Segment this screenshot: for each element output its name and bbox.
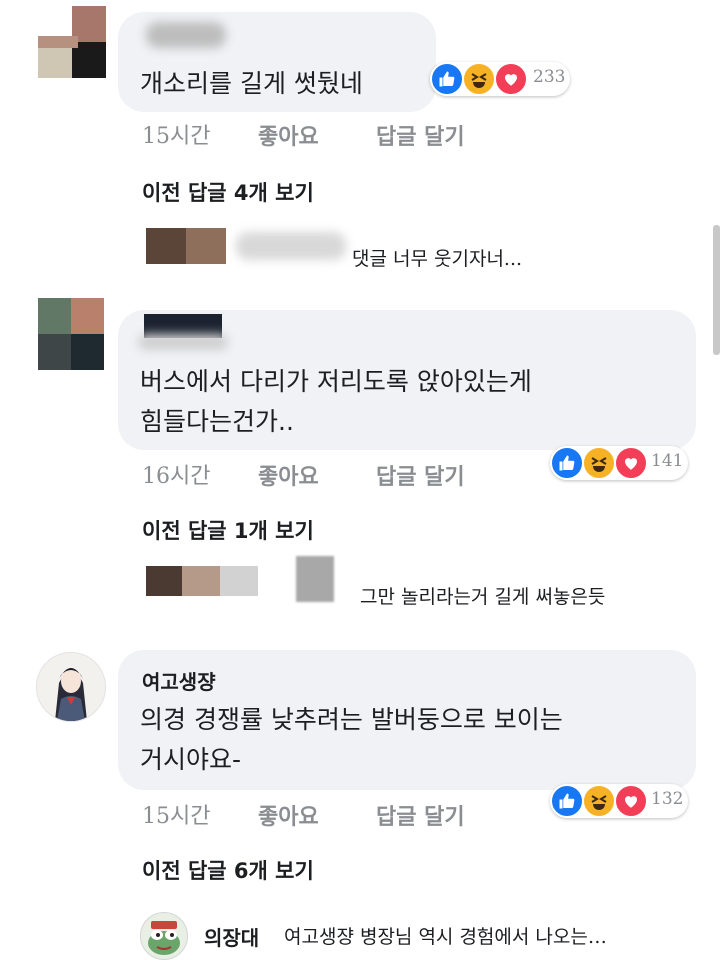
reply-button[interactable]: 답글 달기 xyxy=(376,119,465,151)
timestamp[interactable]: 15시간 xyxy=(142,118,210,150)
reply-text: 여고생쟝 병장님 역시 경험에서 나오는… xyxy=(284,926,607,948)
reply-author[interactable]: 의장대 xyxy=(204,922,259,951)
comment-text: 의경 경쟁률 낮추려는 발버둥으로 보이는 거시야요- xyxy=(140,705,563,774)
reply-avatar[interactable] xyxy=(146,566,258,596)
reply-text: 댓글 너무 웃기자너... xyxy=(352,248,523,270)
like-button[interactable]: 좋아요 xyxy=(258,799,319,831)
reply-avatar[interactable] xyxy=(140,912,188,960)
reaction-summary[interactable]: 132 xyxy=(550,784,688,818)
reaction-count: 233 xyxy=(533,67,566,87)
reply-button[interactable]: 답글 달기 xyxy=(376,459,465,491)
view-previous-replies[interactable]: 이전 답글 4개 보기 xyxy=(142,177,314,207)
haha-icon xyxy=(582,784,616,818)
reply-button[interactable]: 답글 달기 xyxy=(376,799,465,831)
reply-avatar[interactable] xyxy=(146,228,226,264)
comment-bubble: 여고생쟝 의경 경쟁률 낮추려는 발버둥으로 보이는 거시야요- xyxy=(118,650,696,790)
love-icon xyxy=(494,62,528,96)
author-name[interactable]: 여고생쟝 xyxy=(142,666,216,695)
view-previous-replies[interactable]: 이전 답글 1개 보기 xyxy=(142,515,314,545)
avatar[interactable] xyxy=(38,6,106,78)
avatar[interactable] xyxy=(36,652,106,722)
reply-author-redacted xyxy=(236,232,346,260)
love-icon xyxy=(614,784,648,818)
like-icon xyxy=(430,62,464,96)
reaction-summary[interactable]: 233 xyxy=(430,62,570,96)
haha-icon xyxy=(462,62,496,96)
view-previous-replies[interactable]: 이전 답글 6개 보기 xyxy=(142,855,314,885)
comment-bubble: 버스에서 다리가 저리도록 앉아있는게 힘들다는건가.. xyxy=(118,310,696,450)
comment-text: 개소리를 길게 썻뒀네 xyxy=(140,69,363,98)
reaction-count: 141 xyxy=(651,451,684,471)
timestamp[interactable]: 16시간 xyxy=(142,458,210,490)
comment-bubble: 개소리를 길게 썻뒀네 xyxy=(118,12,436,112)
love-icon xyxy=(614,446,648,480)
timestamp[interactable]: 15시간 xyxy=(142,798,210,830)
like-icon xyxy=(550,784,584,818)
like-button[interactable]: 좋아요 xyxy=(258,119,319,151)
author-name-redacted xyxy=(146,22,226,48)
like-icon xyxy=(550,446,584,480)
scrollbar[interactable] xyxy=(713,225,720,355)
reaction-count: 132 xyxy=(651,789,684,809)
avatar[interactable] xyxy=(38,298,104,370)
comment-text: 버스에서 다리가 저리도록 앉아있는게 힘들다는건가.. xyxy=(140,367,532,436)
reaction-summary[interactable]: 141 xyxy=(550,446,688,480)
like-button[interactable]: 좋아요 xyxy=(258,459,319,491)
reply-text: 그만 놀리라는거 길게 써놓은듯 xyxy=(360,586,606,608)
reply-author-redacted xyxy=(296,556,334,602)
haha-icon xyxy=(582,446,616,480)
